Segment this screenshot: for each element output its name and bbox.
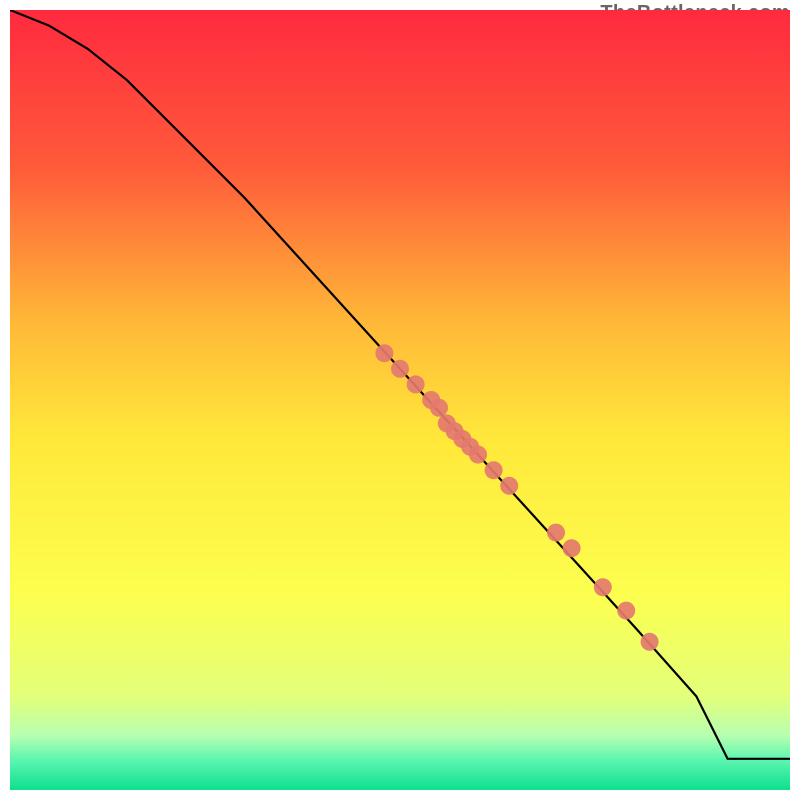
data-point	[594, 578, 612, 596]
data-point	[500, 477, 518, 495]
data-point	[430, 399, 448, 417]
data-point	[375, 344, 393, 362]
chart-container: TheBottleneck.com	[0, 0, 800, 800]
data-point	[641, 633, 659, 651]
plot-area	[10, 10, 790, 790]
data-point	[485, 461, 503, 479]
data-point	[563, 539, 581, 557]
data-point	[391, 360, 409, 378]
chart-svg	[10, 10, 790, 790]
data-point	[617, 602, 635, 620]
background-gradient	[10, 10, 790, 790]
data-point	[547, 524, 565, 542]
data-point	[407, 375, 425, 393]
data-point	[469, 446, 487, 464]
